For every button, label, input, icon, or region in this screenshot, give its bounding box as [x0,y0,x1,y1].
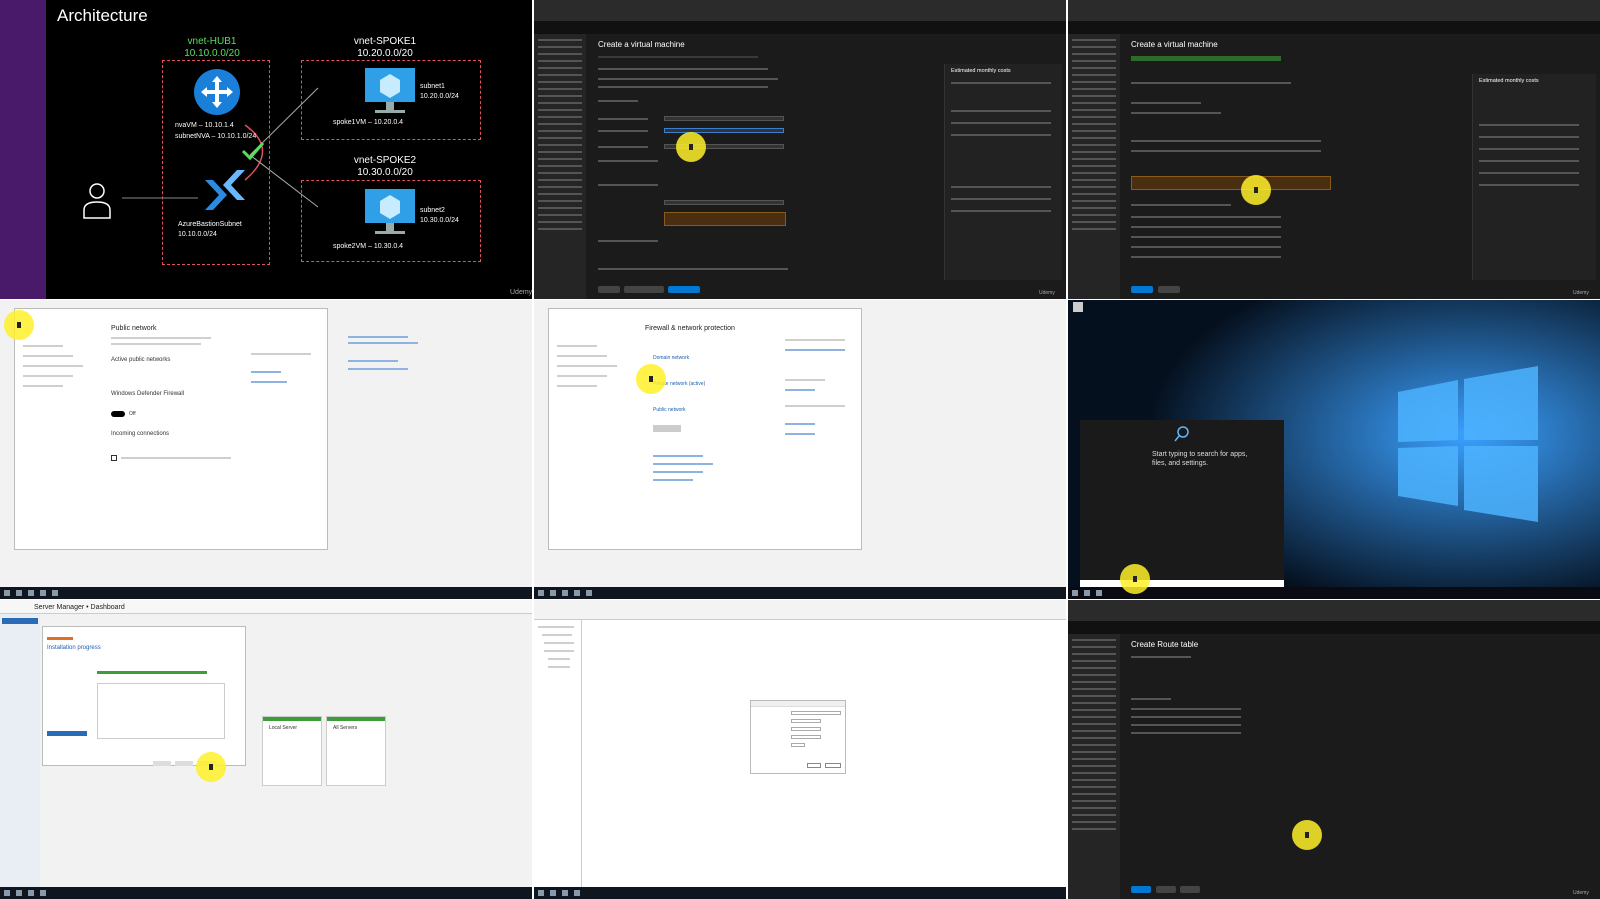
windows-security-firewall-tile: Firewall & network protection Domain net… [534,300,1066,599]
cancel-button[interactable] [825,763,841,768]
next-button[interactable] [624,286,664,293]
create-button[interactable] [1131,286,1153,293]
nsg-select[interactable] [664,200,784,205]
browser-toolbar [534,0,1066,22]
block-all-checkbox[interactable] [111,455,117,461]
metric-stepper[interactable] [791,743,805,747]
all-servers-tile[interactable]: All Servers [326,716,386,786]
windows-security-window: Public network Active public networks Wi… [14,308,328,550]
wizard-title: Installation progress [47,645,101,651]
route-table-tabs[interactable] [1131,656,1191,658]
windows-desktop-tile: Start typing to search for apps, files, … [1068,300,1600,599]
interface-select[interactable] [791,711,841,715]
taskbar [534,587,1066,599]
create-button[interactable] [1131,886,1151,893]
destination-field[interactable] [791,719,821,723]
windows-security-public-network-tile: Public network Active public networks Wi… [0,300,532,599]
cost-panel-title: Estimated monthly costs [951,68,1011,74]
mouse-cursor [4,310,34,340]
install-progress-bar [97,671,207,674]
previous-button[interactable] [1156,886,1176,893]
network-mask-field[interactable] [791,727,821,731]
spoke1-vm-label: spoke1VM – 10.20.0.4 [333,119,404,126]
ok-button[interactable] [807,763,821,768]
section-title: Firewall & network protection [645,325,735,332]
portal-sidebar [1068,634,1120,899]
server-manager-tile: Server Manager • Dashboard Installation … [0,600,532,899]
subnet1-cidr: 10.20.0.0/24 [420,93,459,100]
rras-tree [534,620,582,887]
section-title: Public network [111,325,157,332]
previous-button[interactable] [1158,286,1180,293]
warning-banner [1131,176,1331,190]
portal-sidebar [1068,34,1120,299]
search-hint: Start typing to search for apps, files, … [1152,451,1248,467]
subnet-select[interactable] [664,128,784,133]
azure-create-route-table-tile: Create Route table Udemy [1068,600,1600,899]
diagram-graphics [83,68,415,234]
mouse-cursor [1120,564,1150,594]
warning-banner [664,212,786,226]
check-icon [241,142,265,161]
taskbar [0,887,532,899]
mouse-cursor [636,364,666,394]
firewall-toggle[interactable] [111,411,125,417]
subnet2-cidr: 10.30.0.0/24 [420,217,459,224]
window-title: Server Manager • Dashboard [34,604,125,611]
azure-create-vm-tile: Create a virtual machine Estimated month… [534,0,1066,299]
taskbar [1068,587,1600,599]
nva-vm-label: nvaVM – 10.10.1.4 [175,122,234,129]
page-title: Create Route table [1131,640,1199,649]
next-button[interactable] [1180,886,1200,893]
page-title: Create a virtual machine [598,40,685,49]
domain-network-link[interactable]: Domain network [653,355,689,361]
nva-subnet-label: subnetNVA – 10.10.1.0/24 [175,133,257,140]
previous-button[interactable] [598,286,620,293]
review-create-button[interactable] [668,286,700,293]
subnet2-label: subnet2 [420,207,445,214]
brand-watermark: Udemy [510,289,532,296]
page-title: Create a virtual machine [1131,40,1218,49]
windows-security-window: Firewall & network protection Domain net… [548,308,862,550]
bastion-icon [205,170,245,210]
cost-panel: Estimated monthly costs [944,64,1062,280]
virtual-network-select[interactable] [664,116,784,121]
previous-button[interactable] [153,761,171,766]
mouse-cursor [1292,820,1322,850]
start-search-panel: Start typing to search for apps, files, … [1080,420,1284,580]
validation-passed-banner [1131,56,1281,61]
static-route-dialog [750,700,846,774]
spoke2-vm-icon [365,189,415,234]
routing-remote-access-tile [534,600,1066,899]
add-roles-wizard: Installation progress [42,626,246,766]
bastion-subnet-cidr: 10.10.0.0/24 [178,231,217,238]
gateway-field[interactable] [791,735,821,739]
taskbar [534,887,1066,899]
turn-on-button[interactable] [653,425,681,432]
spoke2-vm-label: spoke2VM – 10.30.0.4 [333,243,404,250]
next-button[interactable] [175,761,193,766]
subnet1-label: subnet1 [420,83,445,90]
azure-review-tile: Create a virtual machine Estimated month… [1068,0,1600,299]
mouse-cursor [676,132,706,162]
router-icon [194,69,240,115]
public-network-link[interactable]: Public network [653,407,686,413]
cost-panel: Estimated monthly costs [1472,74,1596,280]
architecture-diagram-tile: Architecture vnet-HUB1 10.10.0.0/20 vnet-… [0,0,532,299]
taskbar [0,587,532,599]
portal-sidebar [534,34,586,299]
server-manager-nav [0,614,40,887]
recycle-bin-icon[interactable] [1073,302,1083,312]
bastion-subnet-label: AzureBastionSubnet [178,221,242,228]
portal-header [534,22,1066,34]
spoke1-vm-icon [365,68,415,113]
mouse-cursor [1241,175,1271,205]
mouse-cursor [196,752,226,782]
user-icon [83,183,111,219]
local-server-tile[interactable]: Local Server [262,716,322,786]
search-icon [1174,426,1189,442]
